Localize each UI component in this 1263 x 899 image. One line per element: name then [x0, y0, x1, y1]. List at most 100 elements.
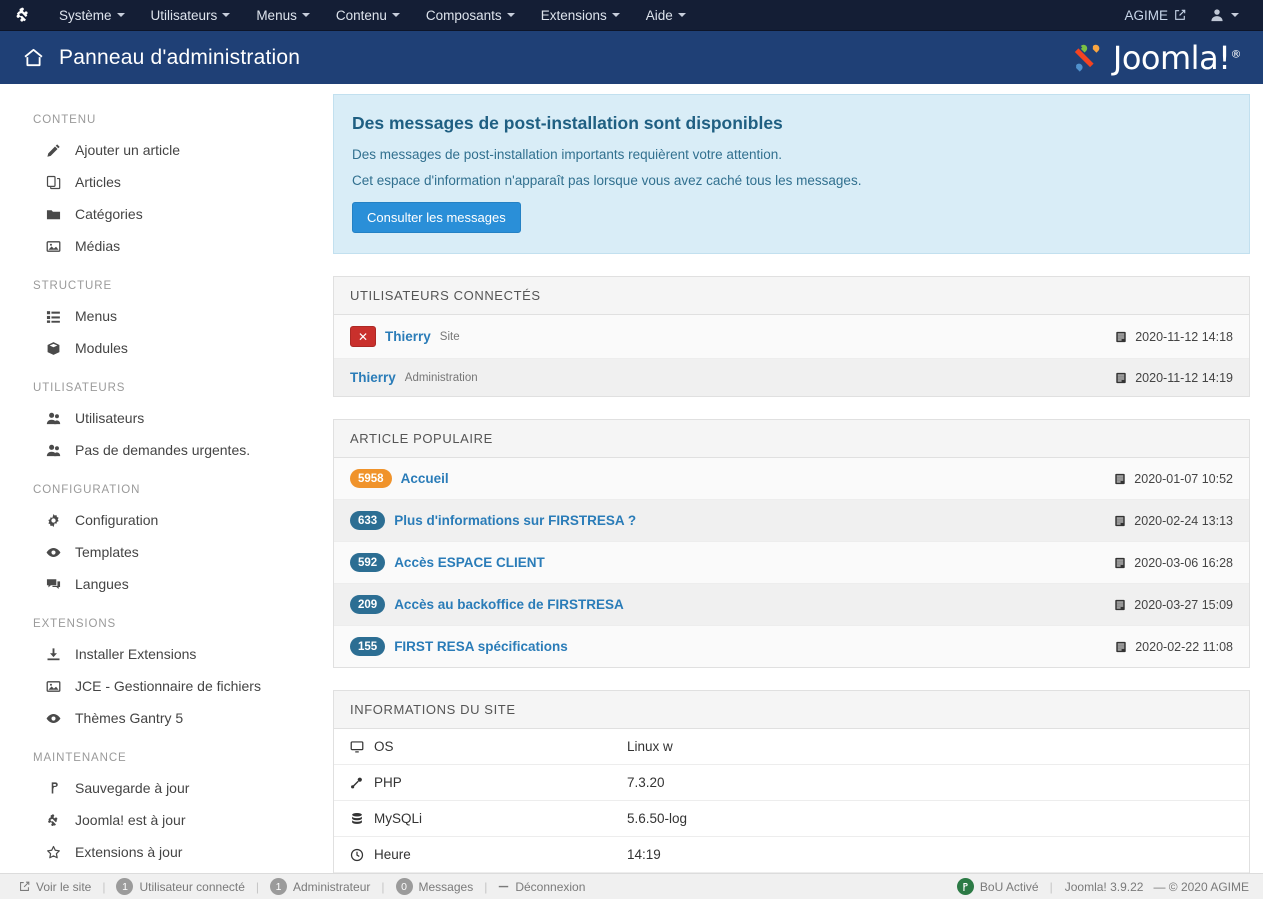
administrators-status[interactable]: 1 Administrateur	[261, 878, 379, 895]
page-body: CONTENU Ajouter un article Articles Caté…	[0, 84, 1263, 899]
administrators-label: Administrateur	[293, 879, 371, 894]
status-bar-right: BoU Activé | Joomla! 3.9.22 — © 2020 AGI…	[948, 878, 1249, 895]
sidebar-item-themes-gantry-5[interactable]: Thèmes Gantry 5	[0, 702, 333, 734]
sidebar-item-joomla-est-a-jour[interactable]: Joomla! est à jour	[0, 804, 333, 836]
sidebar-item-configuration[interactable]: Configuration	[0, 504, 333, 536]
php-icon	[350, 776, 364, 790]
article-date-cell: 2020-02-22 11:08	[1115, 640, 1233, 654]
sidebar-item-modules[interactable]: Modules	[0, 332, 333, 364]
log-icon	[1114, 599, 1126, 611]
sidebar-heading-contenu: CONTENU	[33, 114, 97, 126]
info-label-cell: MySQLi	[350, 811, 627, 826]
article-title-link[interactable]: FIRST RESA spécifications	[394, 639, 568, 654]
sidebar-item-label: Extensions à jour	[75, 844, 183, 860]
nav-item-systeme[interactable]: Système	[46, 0, 138, 30]
status-bar: Voir le site | 1 Utilisateur connecté | …	[0, 873, 1263, 899]
sidebar-item-ajouter-un-article[interactable]: Ajouter un article	[0, 134, 333, 166]
nav-label: Utilisateurs	[150, 7, 218, 23]
sidebar-item-label: Templates	[75, 544, 139, 560]
backup-status[interactable]: BoU Activé	[948, 878, 1048, 895]
page-header-bar: Panneau d'administration Joomla!®	[0, 30, 1263, 84]
user-cell: Thierry Administration	[350, 370, 478, 385]
alert-title: Des messages de post-installation sont d…	[352, 113, 783, 133]
table-row: 592 Accès ESPACE CLIENT 2020-03-06 16:28	[334, 542, 1249, 584]
logged-users-heading: UTILISATEURS CONNECTÉS	[334, 277, 1249, 315]
download-icon	[45, 647, 62, 662]
joomla-logo-icon	[1068, 39, 1106, 77]
chevron-down-icon	[116, 13, 125, 17]
hits-badge: 592	[350, 553, 386, 572]
sidebar-item-pas-de-demandes-urgentes[interactable]: Pas de demandes urgentes.	[0, 434, 333, 466]
info-row-os: OS Linux w	[334, 729, 1249, 765]
joomla-icon[interactable]	[14, 6, 32, 24]
sidebar-item-langues[interactable]: Langues	[0, 568, 333, 600]
article-title-link[interactable]: Accueil	[401, 471, 449, 486]
info-label-cell: OS	[350, 739, 627, 754]
view-site-label: Voir le site	[36, 879, 92, 894]
sidebar-item-extensions-a-jour[interactable]: Extensions à jour	[0, 836, 333, 868]
divider: |	[102, 879, 106, 894]
info-label-text: OS	[374, 739, 394, 754]
close-icon[interactable]: ✕	[350, 326, 376, 347]
nav-item-extensions[interactable]: Extensions	[528, 0, 633, 30]
sidebar-item-categories[interactable]: Catégories	[0, 198, 333, 230]
site-name-label: AGIME	[1124, 7, 1168, 23]
sidebar-item-menus[interactable]: Menus	[0, 300, 333, 332]
sidebar-item-label: Joomla! est à jour	[75, 812, 186, 828]
user-name-link[interactable]: Thierry	[385, 329, 431, 344]
logout-link[interactable]: Déconnexion	[489, 880, 594, 894]
article-date-cell: 2020-03-27 15:09	[1114, 598, 1233, 612]
sidebar-item-jce-gestionnaire-de-fichiers[interactable]: JCE - Gestionnaire de fichiers	[0, 670, 333, 702]
messages-status[interactable]: 0 Messages	[387, 878, 483, 895]
logged-users-panel: UTILISATEURS CONNECTÉS ✕ Thierry Site 20…	[333, 276, 1250, 397]
info-label-text: Heure	[374, 847, 411, 862]
chevron-down-icon	[611, 13, 620, 17]
article-title-link[interactable]: Accès au backoffice de FIRSTRESA	[394, 597, 624, 612]
view-site-link[interactable]: Voir le site	[10, 880, 100, 894]
nav-item-contenu[interactable]: Contenu	[323, 0, 413, 30]
nav-item-menus[interactable]: Menus	[243, 0, 323, 30]
chevron-down-icon	[1231, 13, 1239, 17]
sidebar-item-installer-extensions[interactable]: Installer Extensions	[0, 638, 333, 670]
sidebar-group-contenu: CONTENU Ajouter un article Articles Caté…	[0, 104, 333, 262]
desktop-icon	[350, 740, 364, 754]
article-title-link[interactable]: Accès ESPACE CLIENT	[394, 555, 545, 570]
user-menu-button[interactable]	[1200, 8, 1251, 22]
nav-label: Aide	[645, 7, 673, 23]
table-row: 209 Accès au backoffice de FIRSTRESA 202…	[334, 584, 1249, 626]
sidebar-item-templates[interactable]: Templates	[0, 536, 333, 568]
logged-users-status[interactable]: 1 Utilisateur connecté	[107, 878, 253, 895]
nav-item-aide[interactable]: Aide	[633, 0, 699, 30]
joomla-logo-text: Joomla!®	[1113, 39, 1242, 77]
sidebar-item-label: Médias	[75, 238, 121, 254]
log-icon	[1115, 641, 1127, 653]
copyright-text: — © 2020 AGIME	[1153, 879, 1249, 894]
sidebar-item-medias[interactable]: Médias	[0, 230, 333, 262]
sidebar-item-utilisateurs[interactable]: Utilisateurs	[0, 402, 333, 434]
nav-item-composants[interactable]: Composants	[413, 0, 528, 30]
site-name-link[interactable]: AGIME	[1114, 8, 1196, 23]
review-messages-button[interactable]: Consulter les messages	[352, 202, 521, 233]
joomla-icon	[45, 813, 62, 828]
last-activity-cell: 2020-11-12 14:19	[1115, 371, 1233, 385]
article-cell: 209 Accès au backoffice de FIRSTRESA	[350, 595, 624, 614]
sidebar-item-articles[interactable]: Articles	[0, 166, 333, 198]
article-date-cell: 2020-02-24 13:13	[1114, 514, 1233, 528]
nav-item-utilisateurs[interactable]: Utilisateurs	[138, 0, 244, 30]
sidebar-heading-structure: STRUCTURE	[33, 280, 113, 292]
article-date-value: 2020-03-06 16:28	[1134, 555, 1233, 570]
article-title-link[interactable]: Plus d'informations sur FIRSTRESA ?	[394, 513, 636, 528]
sidebar-item-label: Sauvegarde à jour	[75, 780, 190, 796]
sidebar-heading-configuration: CONFIGURATION	[33, 484, 141, 496]
sidebar-item-label: Configuration	[75, 512, 159, 528]
hits-badge: 5958	[350, 469, 392, 488]
last-activity-value: 2020-11-12 14:19	[1135, 370, 1233, 385]
external-link-icon	[1174, 9, 1186, 21]
article-cell: 5958 Accueil	[350, 469, 449, 488]
sidebar-item-sauvegarde-a-jour[interactable]: Sauvegarde à jour	[0, 772, 333, 804]
user-name-link[interactable]: Thierry	[350, 370, 396, 385]
log-icon	[1115, 372, 1127, 384]
sidebar-group-configuration: CONFIGURATION Configuration Templates La…	[0, 474, 333, 600]
logged-users-label: Utilisateur connecté	[139, 879, 245, 894]
site-information-panel: INFORMATIONS DU SITE OS Linux w PHP 7.3.…	[333, 690, 1250, 899]
